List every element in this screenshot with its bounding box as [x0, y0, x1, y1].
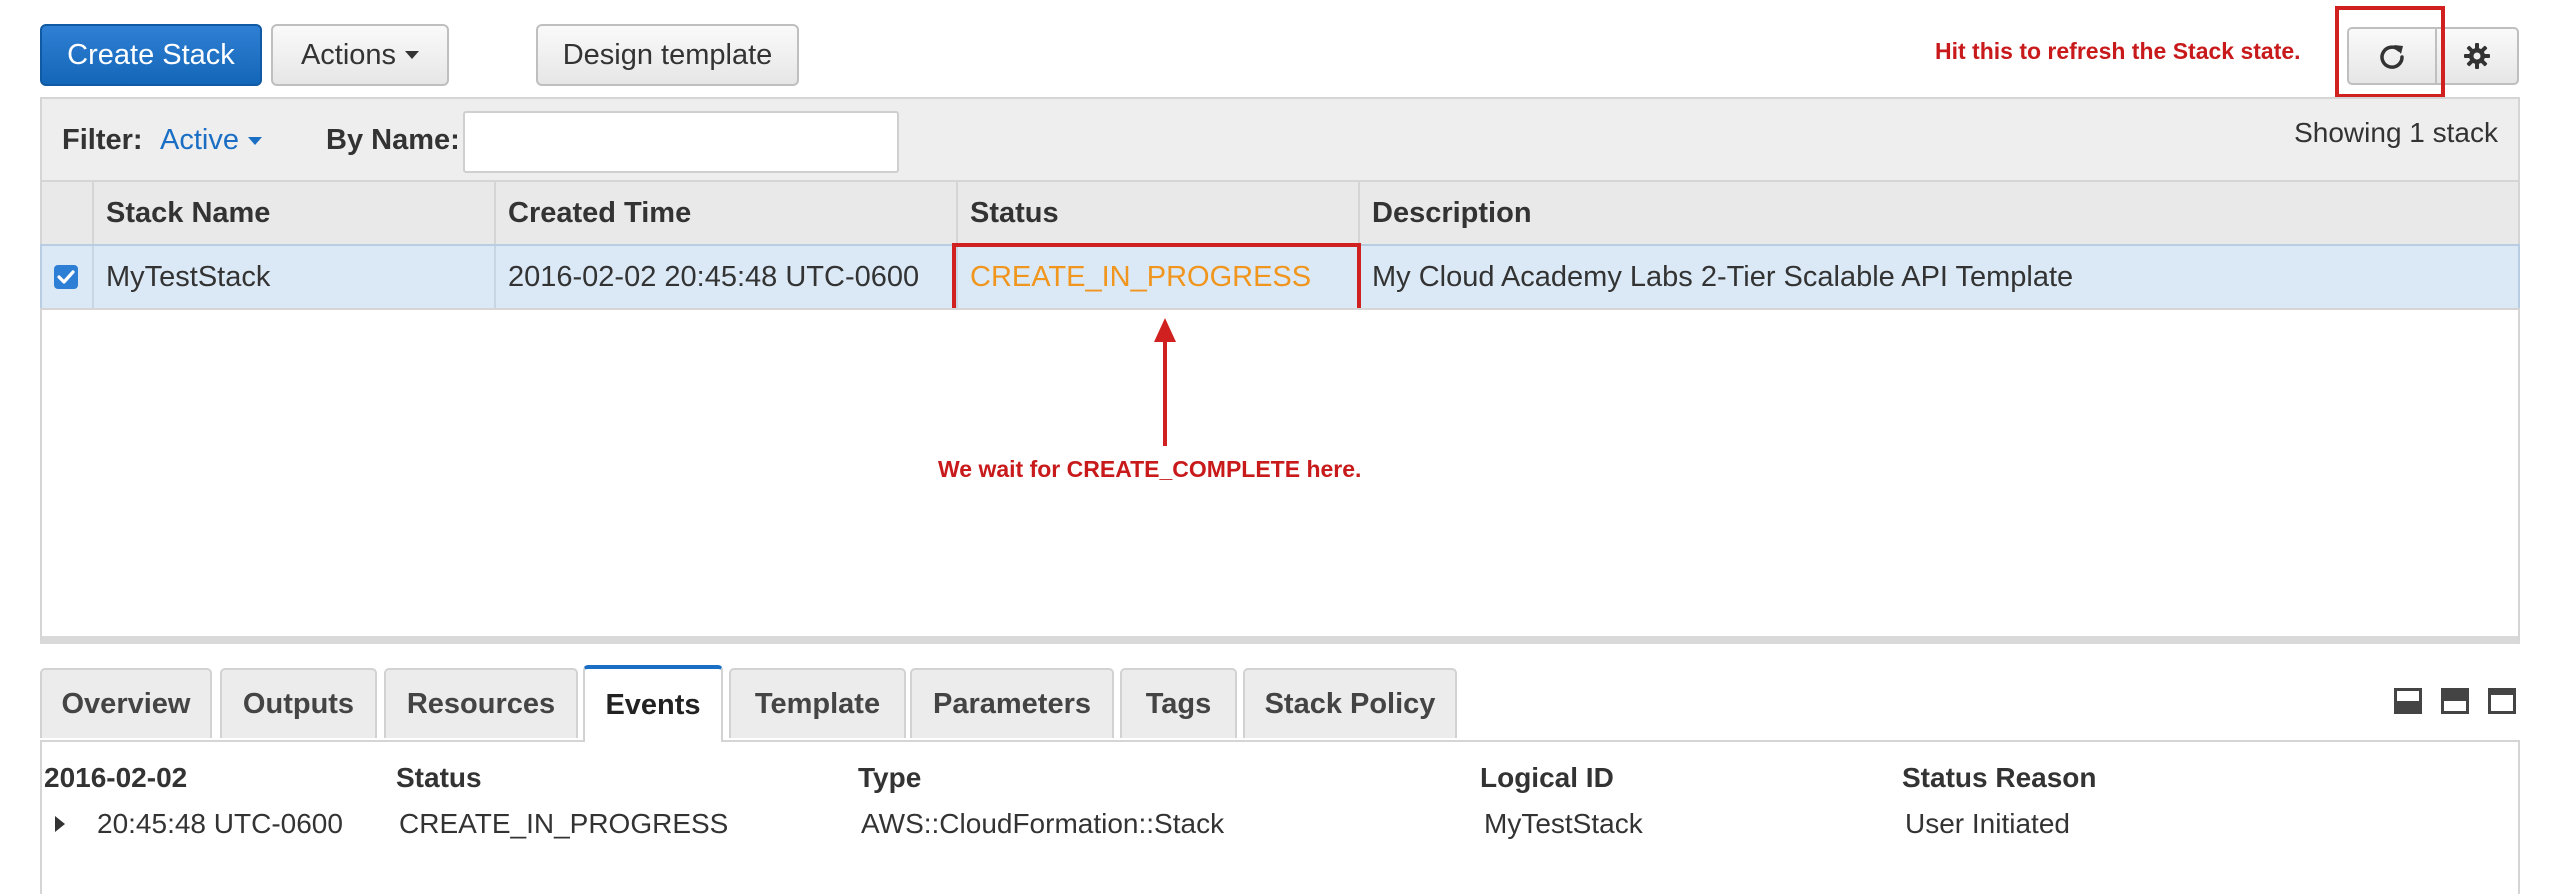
- actions-label: Actions: [300, 38, 397, 71]
- tab-label: Events: [605, 689, 701, 721]
- refresh-highlight-box: [2335, 6, 2445, 98]
- events-col-status: Status: [396, 762, 482, 793]
- tab-overview[interactable]: Overview: [40, 668, 212, 738]
- cell-stack-name[interactable]: MyTestStack: [92, 246, 494, 308]
- chevron-down-icon: [405, 51, 420, 59]
- event-type: AWS::CloudFormation::Stack: [861, 808, 1225, 839]
- settings-button[interactable]: [2435, 27, 2519, 85]
- actions-dropdown[interactable]: Actions: [271, 24, 449, 86]
- events-date-header: 2016-02-02: [44, 762, 188, 793]
- showing-count: Showing 1 stack: [2294, 117, 2498, 148]
- tab-label: Tags: [1145, 687, 1212, 720]
- event-time: 20:45:48 UTC-0600: [97, 808, 343, 839]
- tab-stack-policy[interactable]: Stack Policy: [1243, 668, 1457, 738]
- col-status[interactable]: Status: [956, 182, 1358, 244]
- tab-template[interactable]: Template: [729, 668, 906, 738]
- gear-icon: [2464, 43, 2490, 69]
- cell-description: My Cloud Academy Labs 2-Tier Scalable AP…: [1358, 246, 2518, 308]
- events-col-status-reason: Status Reason: [1902, 762, 2097, 793]
- design-template-label: Design template: [562, 38, 773, 71]
- tab-outputs[interactable]: Outputs: [220, 668, 377, 738]
- annotation-arrow: [1154, 318, 1176, 446]
- chevron-down-icon: [247, 136, 262, 145]
- tab-resources[interactable]: Resources: [384, 668, 578, 738]
- event-status: CREATE_IN_PROGRESS: [399, 808, 729, 839]
- tab-label: Resources: [406, 687, 556, 720]
- row-checkbox-cell: [42, 246, 92, 308]
- tab-label: Template: [754, 687, 881, 720]
- cell-created-time: 2016-02-02 20:45:48 UTC-0600: [494, 246, 956, 308]
- filter-label: Filter:: [62, 124, 143, 156]
- col-created-time[interactable]: Created Time: [494, 182, 956, 244]
- col-select: [42, 182, 92, 244]
- create-stack-button[interactable]: Create Stack: [40, 24, 262, 86]
- layout-bottom-small-icon[interactable]: [2394, 688, 2422, 714]
- tab-label: Overview: [61, 687, 191, 720]
- events-col-logical-id: Logical ID: [1480, 762, 1614, 793]
- tab-tags[interactable]: Tags: [1120, 668, 1237, 738]
- check-icon: [57, 270, 75, 284]
- by-name-label: By Name:: [326, 124, 460, 156]
- events-col-type: Type: [858, 762, 922, 793]
- refresh-annotation: Hit this to refresh the Stack state.: [1935, 38, 2301, 64]
- layout-split-icon[interactable]: [2441, 688, 2469, 714]
- row-checkbox[interactable]: [54, 265, 78, 289]
- design-template-button[interactable]: Design template: [536, 24, 799, 86]
- tab-events[interactable]: Events: [583, 665, 723, 742]
- status-highlight-box: [952, 243, 1361, 312]
- by-name-input[interactable]: [463, 111, 899, 173]
- event-logical-id: MyTestStack: [1484, 808, 1643, 839]
- col-description[interactable]: Description: [1358, 182, 2518, 244]
- create-stack-label: Create Stack: [67, 38, 235, 71]
- filter-dropdown[interactable]: Active: [160, 124, 262, 157]
- tab-label: Stack Policy: [1264, 687, 1436, 720]
- layout-full-icon[interactable]: [2488, 688, 2516, 714]
- event-status-reason: User Initiated: [1905, 808, 2070, 839]
- expand-caret-icon[interactable]: [54, 815, 66, 833]
- filter-value: Active: [160, 124, 239, 156]
- tab-label: Parameters: [933, 687, 1091, 720]
- table-header: Stack Name Created Time Status Descripti…: [40, 180, 2520, 246]
- status-annotation: We wait for CREATE_COMPLETE here.: [938, 456, 1362, 482]
- tab-label: Outputs: [242, 687, 355, 720]
- tab-parameters[interactable]: Parameters: [910, 668, 1114, 738]
- col-stack-name[interactable]: Stack Name: [92, 182, 494, 244]
